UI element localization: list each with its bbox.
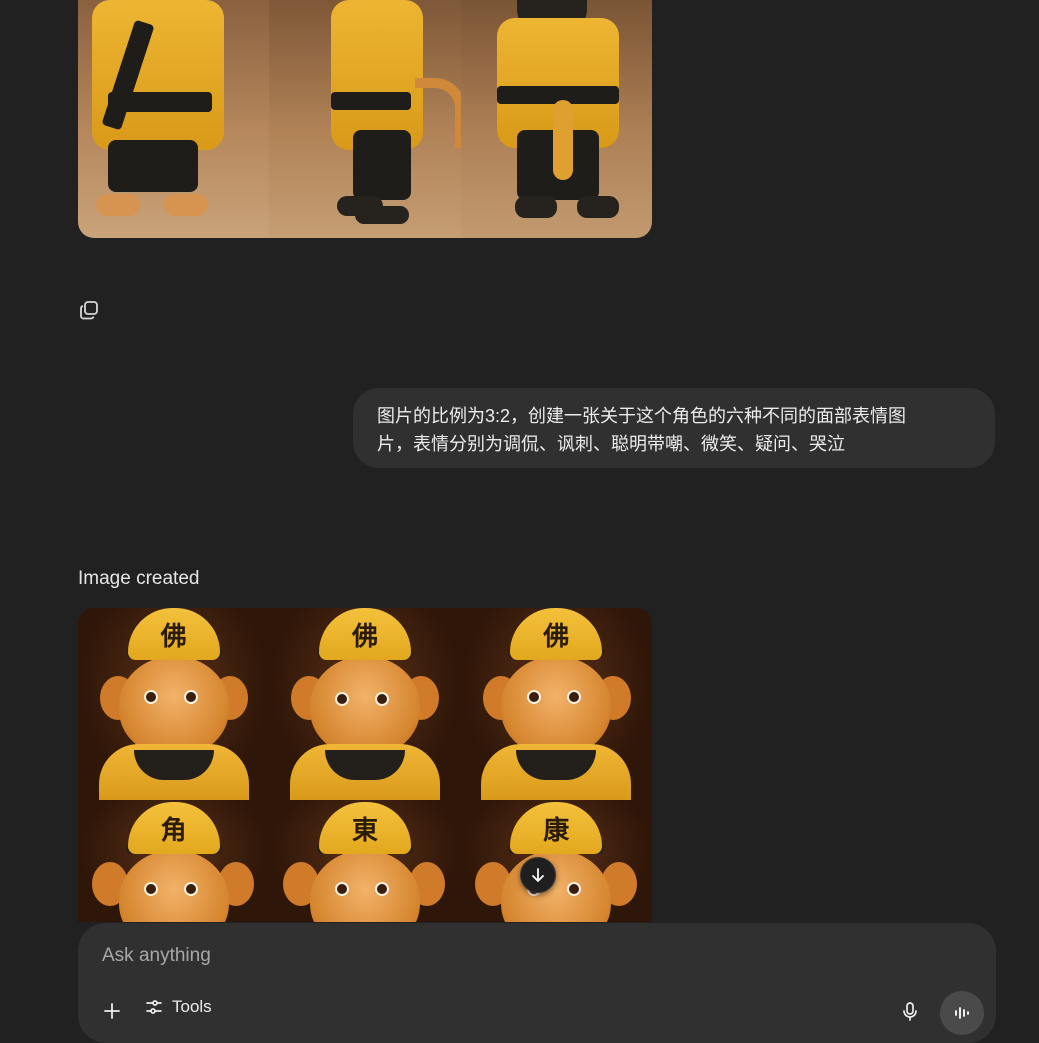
tools-button[interactable]: Tools — [144, 997, 212, 1017]
expression-cell: 佛 — [460, 608, 652, 800]
cap-glyph: 佛 — [318, 608, 411, 660]
user-message-bubble: 图片的比例为3:2，创建一张关于这个角色的六种不同的面部表情图 片，表情分别为调… — [353, 388, 995, 468]
scroll-to-bottom-button[interactable] — [520, 857, 556, 893]
turnaround-back-panel — [460, 0, 652, 238]
expression-cell: 佛 — [269, 608, 461, 800]
image-created-label: Image created — [78, 568, 200, 589]
cap-glyph: 東 — [318, 802, 411, 854]
add-attachment-button[interactable] — [100, 999, 124, 1023]
tools-label: Tools — [172, 997, 212, 1016]
arrow-down-icon — [532, 868, 544, 882]
expression-cell: 角 — [78, 800, 270, 922]
composer: Tools — [78, 923, 996, 1043]
user-message-line-1: 图片的比例为3:2，创建一张关于这个角色的六种不同的面部表情图 — [377, 406, 907, 426]
voice-mode-button[interactable] — [940, 991, 984, 1035]
copy-image-button[interactable] — [77, 298, 101, 322]
cap-glyph: 康 — [510, 802, 603, 854]
expression-cell: 東 — [269, 800, 461, 922]
turnaround-front-panel — [78, 0, 270, 238]
cap-glyph: 佛 — [510, 608, 603, 660]
expression-cell: 康 — [460, 800, 652, 922]
mic-icon — [903, 1002, 917, 1021]
user-message-line-2: 片，表情分别为调侃、讽刺、聪明带嘲、微笑、疑问、哭泣 — [377, 434, 845, 454]
turnaround-side-panel — [269, 0, 461, 238]
dictate-button[interactable] — [900, 1001, 920, 1021]
voice-wave-icon — [955, 1007, 969, 1019]
cap-glyph: 角 — [127, 802, 220, 854]
copy-icon — [80, 301, 98, 320]
plus-icon — [104, 1003, 120, 1019]
character-turnaround-image[interactable] — [78, 0, 652, 238]
prompt-input[interactable] — [102, 945, 802, 967]
cap-glyph: 佛 — [127, 608, 220, 660]
expressions-grid-image[interactable]: 佛 佛 佛 角 東 康 — [78, 608, 652, 922]
tools-sliders-icon — [146, 1000, 162, 1014]
expression-cell: 佛 — [78, 608, 270, 800]
